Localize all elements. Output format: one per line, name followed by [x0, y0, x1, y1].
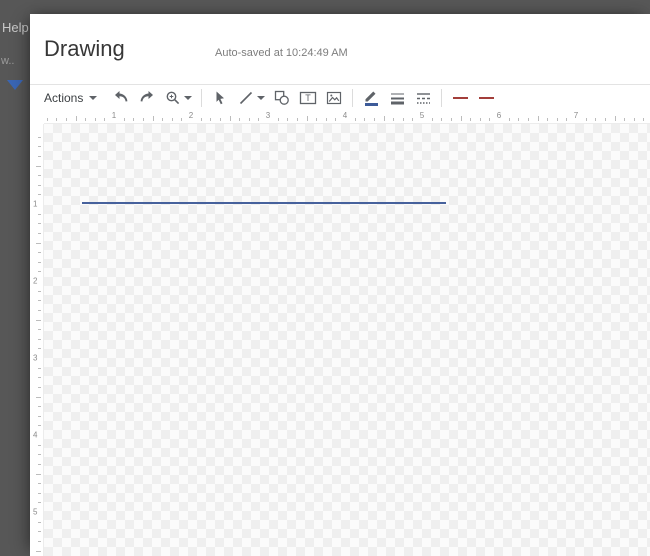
line-dash-icon	[416, 91, 431, 106]
chevron-down-icon	[184, 96, 192, 100]
line-weight-icon	[390, 91, 405, 106]
drawn-line[interactable]	[82, 202, 446, 204]
line-color-swatch	[365, 103, 378, 106]
line-start-icon	[453, 97, 468, 99]
horizontal-ruler: 1234567	[44, 110, 650, 124]
pencil-icon	[365, 91, 378, 102]
cursor-icon	[212, 90, 228, 106]
ruler-corner	[30, 110, 44, 124]
zoom-icon	[165, 90, 181, 106]
line-dash-button[interactable]	[411, 86, 435, 110]
redo-button[interactable]	[135, 86, 159, 110]
redo-icon	[139, 90, 155, 106]
drawing-toolbar: Actions T	[30, 86, 650, 110]
drawing-canvas[interactable]	[44, 124, 650, 556]
background-doc-text: w..	[1, 55, 14, 67]
toolbar-divider	[441, 89, 442, 107]
background-help-menu: Help	[2, 20, 29, 35]
text-box-button[interactable]: T	[296, 86, 320, 110]
shape-tool-button[interactable]	[270, 86, 294, 110]
image-icon	[326, 90, 342, 106]
line-end-icon	[479, 97, 494, 99]
svg-text:T: T	[306, 93, 312, 103]
line-color-button[interactable]	[359, 86, 383, 110]
undo-button[interactable]	[109, 86, 133, 110]
line-start-button[interactable]	[448, 86, 472, 110]
dialog-header: Drawing Auto-saved at 10:24:49 AM	[30, 14, 650, 85]
autosave-status: Auto-saved at 10:24:49 AM	[215, 47, 348, 59]
dialog-title: Drawing	[44, 36, 125, 62]
chevron-down-icon	[89, 96, 97, 100]
undo-icon	[113, 90, 129, 106]
line-icon	[238, 90, 254, 106]
toolbar-divider	[352, 89, 353, 107]
toolbar-divider	[201, 89, 202, 107]
text-box-icon: T	[299, 90, 317, 106]
insert-image-button[interactable]	[322, 86, 346, 110]
drawing-dialog: Drawing Auto-saved at 10:24:49 AM Action…	[30, 14, 650, 556]
select-tool-button[interactable]	[208, 86, 232, 110]
actions-label: Actions	[44, 91, 83, 105]
vertical-ruler: 12345	[30, 124, 44, 556]
zoom-button[interactable]	[161, 86, 195, 110]
line-weight-button[interactable]	[385, 86, 409, 110]
background-ruler-marker-icon	[7, 80, 23, 90]
line-end-button[interactable]	[474, 86, 498, 110]
actions-menu-button[interactable]: Actions	[40, 86, 107, 110]
chevron-down-icon	[257, 96, 265, 100]
line-tool-button[interactable]	[234, 86, 268, 110]
shape-icon	[274, 90, 290, 106]
